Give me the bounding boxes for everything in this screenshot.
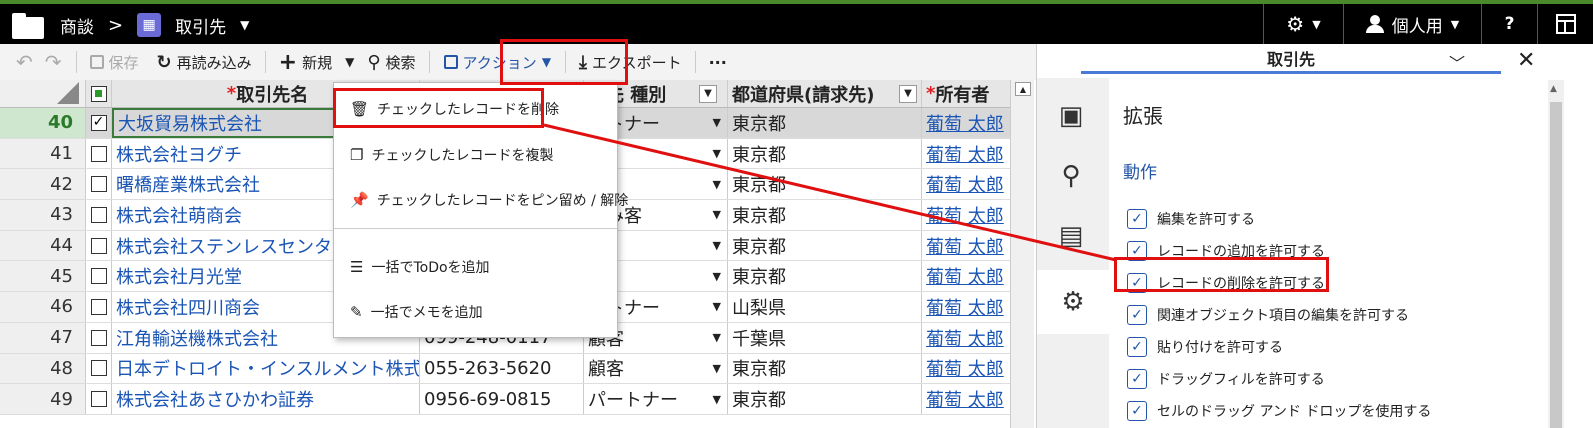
app-window: 商談 > ▦ 取引先 ▼ ⚙ ▼ 個人用 ▼ ? ↶ ↷ 保存 ↻ 再読み込み … (0, 0, 1593, 428)
annotation-box-allow-delete (1114, 257, 1329, 292)
annotation-box-delete (333, 88, 544, 128)
annotation-arrow (543, 123, 1117, 262)
annotation-box-action (500, 39, 628, 85)
annotation-connector-line (543, 123, 1117, 262)
